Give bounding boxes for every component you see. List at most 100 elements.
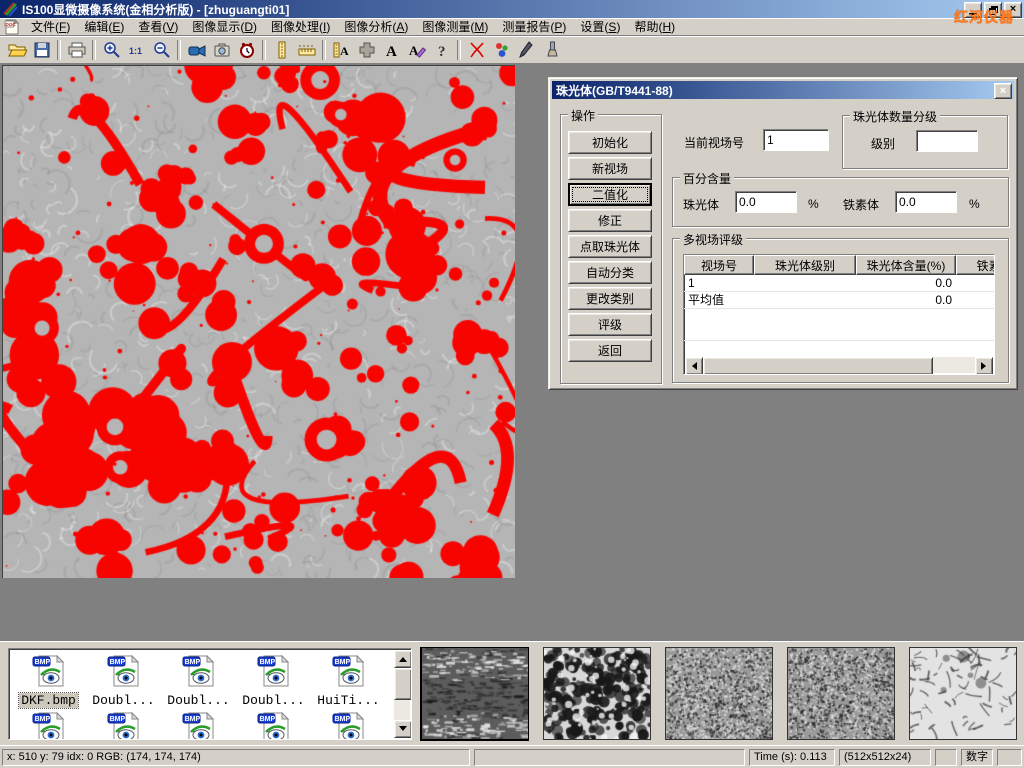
actual-size-icon[interactable]: 1:1 xyxy=(125,38,148,61)
image-thumbnail[interactable] xyxy=(543,647,651,740)
menu-item[interactable]: 测量报告(P) xyxy=(495,17,573,36)
operation-button[interactable]: 修正 xyxy=(568,209,652,232)
help-icon[interactable]: ? xyxy=(430,38,453,61)
measure-text-icon[interactable]: A xyxy=(330,38,353,61)
cursor-position-status: x: 510 y: 79 idx: 0 RGB: (174, 174, 174) xyxy=(2,749,470,766)
svg-text:1:1: 1:1 xyxy=(129,46,142,56)
menu-item[interactable]: 图像处理(I) xyxy=(264,17,337,36)
toolbar-separator xyxy=(177,40,181,60)
file-list[interactable]: BMP DKF.bmp BMP Doubl... BMP Doubl... BM… xyxy=(8,648,412,740)
svg-text:BMP: BMP xyxy=(259,659,275,666)
scroll-right-icon[interactable] xyxy=(975,357,993,375)
menu-item[interactable]: 文件(F) xyxy=(24,17,77,36)
file-item[interactable]: BMP Doubl... xyxy=(236,651,311,708)
file-item[interactable]: BMP DKF.bmp xyxy=(11,651,86,708)
app-icon xyxy=(2,1,18,17)
menu-item[interactable]: 编辑(E) xyxy=(77,17,131,36)
table-header-cell[interactable]: 珠光体含量(%) xyxy=(856,255,956,275)
bmp-file-icon: BMP xyxy=(256,654,292,691)
pen-icon[interactable] xyxy=(515,38,538,61)
zoom-in-icon[interactable] xyxy=(100,38,123,61)
status-panel-end xyxy=(997,749,1022,766)
file-item[interactable]: BMP xyxy=(11,708,86,740)
operation-button[interactable]: 更改类别 xyxy=(568,287,652,310)
file-item[interactable]: BMP Doubl... xyxy=(161,651,236,708)
zoom-out-icon[interactable] xyxy=(150,38,173,61)
pearlite-percent-input[interactable] xyxy=(735,191,797,213)
grade-input[interactable] xyxy=(916,130,978,152)
brush-icon[interactable] xyxy=(540,38,563,61)
file-item[interactable]: BMP xyxy=(311,708,386,740)
current-field-input[interactable] xyxy=(763,129,829,151)
document-icon[interactable]: DOC xyxy=(4,19,20,35)
scroll-up-icon[interactable] xyxy=(394,650,412,668)
image-thumbnail[interactable] xyxy=(909,647,1017,740)
file-list-scrollbar[interactable] xyxy=(394,650,410,738)
ferrite-percent-input[interactable] xyxy=(895,191,957,213)
rating-table[interactable]: 视场号珠光体级别珠光体含量(%)铁素体含量(%) 1 0.0 平均值 0.0 xyxy=(683,254,995,375)
clock-icon[interactable] xyxy=(235,38,258,61)
particles-icon[interactable] xyxy=(490,38,513,61)
file-scrollbar-track[interactable] xyxy=(394,700,410,720)
operation-button[interactable]: 评级 xyxy=(568,313,652,336)
ruler-icon[interactable] xyxy=(295,38,318,61)
toolbar-separator xyxy=(322,40,326,60)
caliper-icon[interactable] xyxy=(270,38,293,61)
file-browser-panel: BMP DKF.bmp BMP Doubl... BMP Doubl... BM… xyxy=(0,641,1024,745)
save-icon[interactable] xyxy=(30,38,53,61)
metallographic-image[interactable] xyxy=(2,65,515,578)
text-icon[interactable]: A xyxy=(380,38,403,61)
operation-group-label: 操作 xyxy=(568,107,598,124)
workspace: 珠光体(GB/T9441-88) × 操作 初始化新视场二值化修正点取珠光体自动… xyxy=(0,64,1024,641)
scroll-left-icon[interactable] xyxy=(685,357,703,375)
menu-item[interactable]: 图像分析(A) xyxy=(337,17,415,36)
file-item[interactable]: BMP xyxy=(236,708,311,740)
operation-button[interactable]: 点取珠光体 xyxy=(568,235,652,258)
dialog-title-bar[interactable]: 珠光体(GB/T9441-88) × xyxy=(552,81,1014,99)
table-row[interactable]: 1 0.0 xyxy=(684,275,994,292)
svg-text:BMP: BMP xyxy=(259,716,275,723)
svg-text:BMP: BMP xyxy=(34,659,50,666)
toolbar-separator xyxy=(57,40,61,60)
menu-item[interactable]: 图像测量(M) xyxy=(415,17,495,36)
menu-item[interactable]: 帮助(H) xyxy=(627,17,682,36)
curve-cut-icon[interactable] xyxy=(465,38,488,61)
table-header-cell[interactable]: 视场号 xyxy=(684,255,754,275)
annotate-icon[interactable]: A xyxy=(405,38,428,61)
open-icon[interactable] xyxy=(5,38,28,61)
operation-button[interactable]: 自动分类 xyxy=(568,261,652,284)
table-horizontal-scrollbar[interactable] xyxy=(685,357,993,373)
title-bar: IS100显微摄像系统(金相分析版) - [zhuguangti01] × xyxy=(0,0,1024,18)
file-scrollbar-thumb[interactable] xyxy=(394,668,412,700)
scroll-down-icon[interactable] xyxy=(394,720,412,738)
operation-button[interactable]: 新视场 xyxy=(568,157,652,180)
table-row[interactable]: 平均值 0.0 xyxy=(684,292,994,309)
image-size-status: (512x512x24) xyxy=(839,749,931,766)
menu-item[interactable]: 图像显示(D) xyxy=(185,17,264,36)
operation-button[interactable]: 返回 xyxy=(568,339,652,362)
scrollbar-track[interactable] xyxy=(933,357,975,373)
camera-icon[interactable] xyxy=(210,38,233,61)
image-thumbnail[interactable] xyxy=(665,647,773,740)
pattern-icon[interactable] xyxy=(355,38,378,61)
operation-button[interactable]: 初始化 xyxy=(568,131,652,154)
file-item[interactable]: BMP Doubl... xyxy=(86,651,161,708)
menu-item[interactable]: 查看(V) xyxy=(131,17,185,36)
operation-button[interactable]: 二值化 xyxy=(568,183,652,206)
scrollbar-thumb[interactable] xyxy=(703,357,933,375)
table-header-cell[interactable]: 珠光体级别 xyxy=(754,255,856,275)
menu-item[interactable]: 设置(S) xyxy=(573,17,627,36)
bmp-file-icon: BMP xyxy=(256,711,292,740)
image-thumbnail[interactable] xyxy=(420,647,529,741)
print-icon[interactable] xyxy=(65,38,88,61)
dialog-close-icon[interactable]: × xyxy=(994,83,1012,99)
svg-text:BMP: BMP xyxy=(109,716,125,723)
table-header-cell[interactable]: 铁素体含量(%) xyxy=(956,255,995,275)
file-item[interactable]: BMP HuiTi... xyxy=(311,651,386,708)
file-item[interactable]: BMP xyxy=(86,708,161,740)
video-camera-icon[interactable] xyxy=(185,38,208,61)
bmp-file-icon: BMP xyxy=(106,711,142,740)
toolbar-separator xyxy=(457,40,461,60)
image-thumbnail[interactable] xyxy=(787,647,895,740)
file-item[interactable]: BMP xyxy=(161,708,236,740)
